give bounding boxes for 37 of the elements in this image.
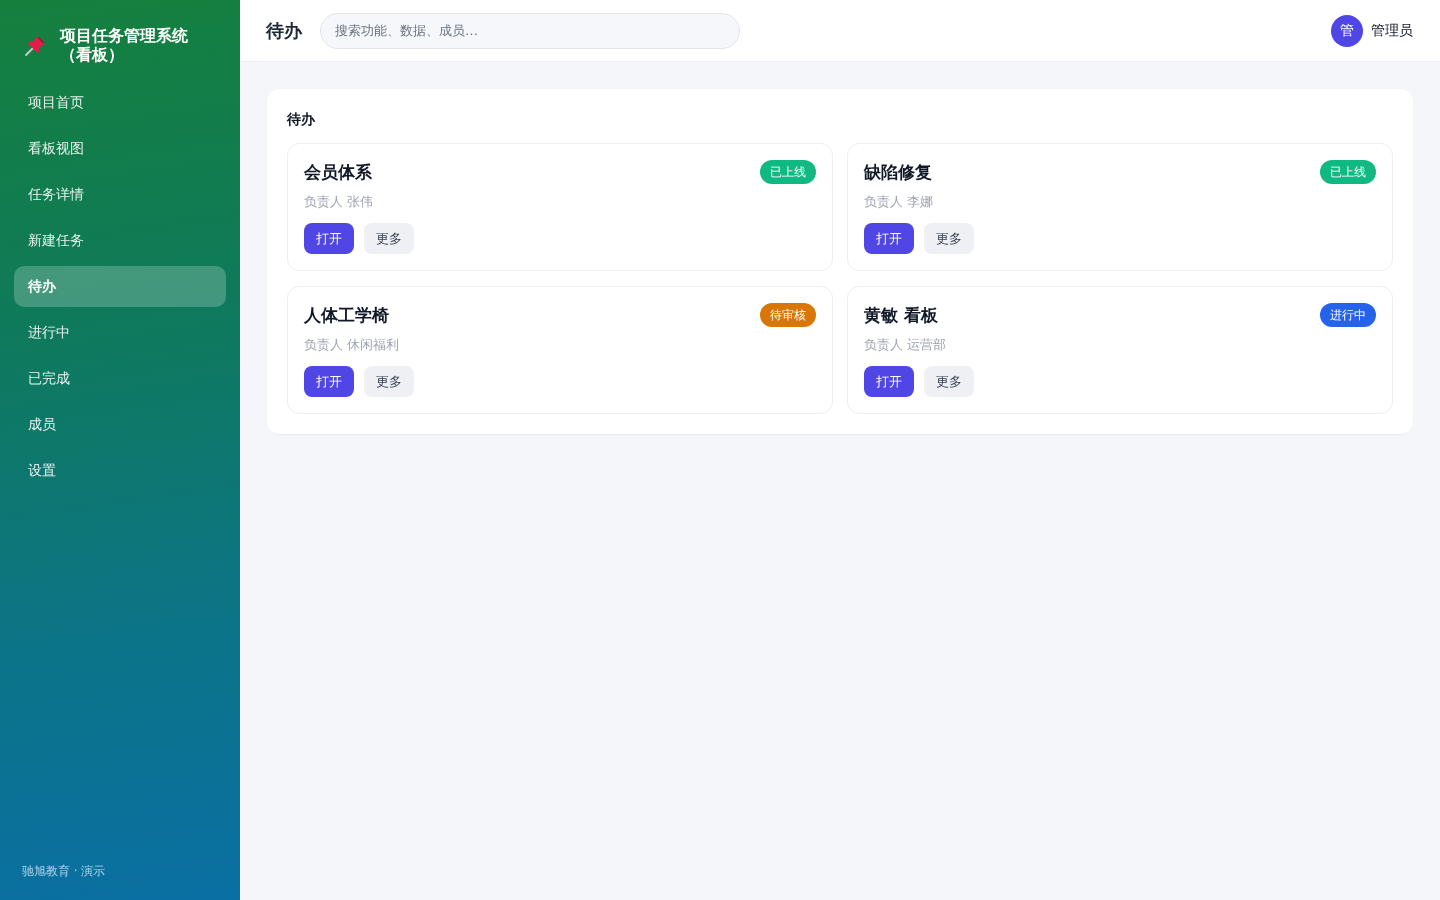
open-button[interactable]: 打开 — [864, 366, 914, 397]
footer-text: 驰旭教育 · 演示 — [21, 863, 106, 880]
owner-text: 负责人 张伟 — [304, 193, 375, 211]
card-title: 黄敏 看板 — [864, 303, 938, 327]
status-badge: 进行中 — [1320, 303, 1376, 327]
more-button[interactable]: 更多 — [364, 223, 414, 254]
open-button[interactable]: 打开 — [304, 366, 354, 397]
owner-text: 负责人 李娜 — [864, 193, 935, 211]
status-badge: 待审核 — [760, 303, 816, 327]
sidebar-item[interactable]: 成员 — [14, 404, 226, 445]
status-badge: 已上线 — [1320, 160, 1376, 184]
card-title: 人体工学椅 — [304, 303, 389, 327]
avatar[interactable]: 管 — [1331, 14, 1363, 47]
sidebar-item[interactable]: 已完成 — [14, 358, 226, 399]
card-title: 缺陷修复 — [864, 160, 932, 184]
user-name: 管理员 — [1371, 21, 1413, 40]
sidebar-item[interactable]: 看板视图 — [14, 128, 226, 169]
page-title: 待办 — [266, 18, 302, 43]
open-button[interactable]: 打开 — [304, 223, 354, 254]
sidebar-item[interactable]: 待办 — [14, 266, 226, 307]
sidebar-item[interactable]: 设置 — [14, 450, 226, 491]
pushpin-icon — [24, 33, 48, 57]
open-button[interactable]: 打开 — [864, 223, 914, 254]
panel-title: 待办 — [287, 110, 316, 129]
sidebar-item[interactable]: 进行中 — [14, 312, 226, 353]
more-button[interactable]: 更多 — [924, 223, 974, 254]
more-button[interactable]: 更多 — [364, 366, 414, 397]
status-badge: 已上线 — [760, 160, 816, 184]
owner-text: 负责人 休闲福利 — [304, 336, 401, 354]
sidebar-item[interactable]: 项目首页 — [14, 82, 226, 123]
card-title: 会员体系 — [304, 160, 372, 184]
sidebar-item[interactable]: 任务详情 — [14, 174, 226, 215]
search-field[interactable]: 搜索功能、数据、成员… — [320, 12, 740, 49]
owner-text: 负责人 运营部 — [864, 336, 948, 354]
more-button[interactable]: 更多 — [924, 366, 974, 397]
sidebar-item[interactable]: 新建任务 — [14, 220, 226, 261]
app-title: 项目任务管理系统（看板） — [60, 26, 189, 64]
